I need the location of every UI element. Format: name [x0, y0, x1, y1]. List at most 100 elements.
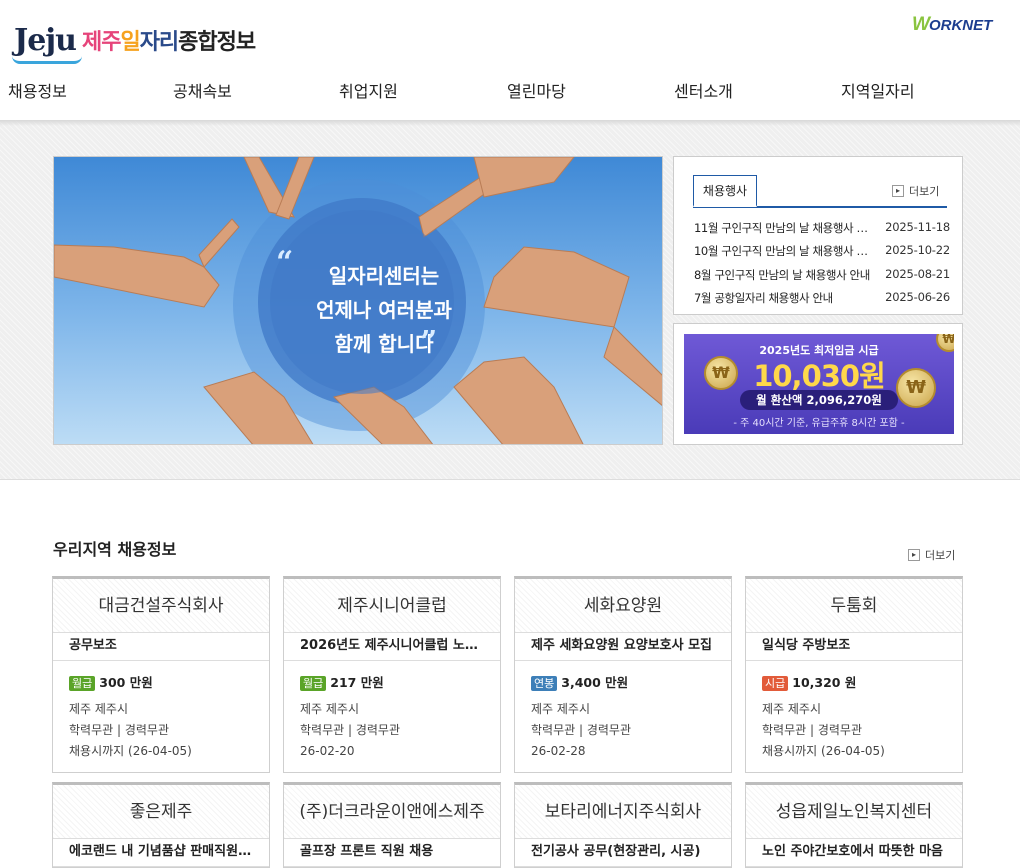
- event-item[interactable]: 7월 공항일자리 채용행사 안내 2025-06-26: [694, 290, 950, 306]
- job-card-body: 월급 300 만원제주 제주시학력무관 | 경력무관채용시까지 (26-04-05…: [53, 661, 269, 772]
- job-card-company: 제주시니어클럽: [284, 579, 500, 633]
- more-label: 더보기: [909, 185, 940, 198]
- nav-item-job-info[interactable]: 채용정보: [8, 78, 67, 102]
- hero-close-quote: ”: [420, 325, 438, 360]
- hero-line: 함께 합니다: [334, 332, 434, 356]
- event-item[interactable]: 11월 구인구직 만남의 날 채용행사 안내 2025-11-18: [694, 220, 950, 236]
- nav-item-local-jobs[interactable]: 지역일자리: [841, 78, 915, 102]
- job-card-pay: 시급 10,320 원: [762, 673, 946, 693]
- min-wage-amount: 10,030원: [753, 359, 886, 393]
- job-card[interactable]: 좋은제주 에코랜드 내 기념품샵 판매직원 모집: [52, 782, 270, 868]
- job-card-title: 제주 세화요양원 요양보호사 모집: [515, 633, 731, 661]
- worknet-logo[interactable]: W ORKNET: [912, 14, 992, 36]
- pay-amount: 300 만원: [99, 675, 153, 690]
- arrow-right-icon: ▸: [892, 185, 904, 197]
- job-card[interactable]: 대금건설주식회사 공무보조월급 300 만원제주 제주시학력무관 | 경력무관채용시…: [52, 576, 270, 773]
- section-title: 우리지역 채용정보: [53, 540, 177, 559]
- job-card[interactable]: 보타리에너지주식회사 전기공사 공무(현장관리, 시공): [514, 782, 732, 868]
- job-card-title: 공무보조: [53, 633, 269, 661]
- job-card-company: (주)더크라운이앤에스제주: [284, 785, 500, 839]
- arrow-right-icon: ▸: [908, 549, 920, 561]
- pay-amount: 217 만원: [330, 675, 384, 690]
- job-card-company: 성읍제일노인복지센터: [746, 785, 962, 839]
- logo-korean-part: 일: [120, 30, 140, 55]
- logo-latin: Jeju: [14, 22, 77, 58]
- job-card-title: 골프장 프론트 직원 채용: [284, 839, 500, 867]
- pay-type-badge: 월급: [69, 675, 96, 691]
- hero-line: 언제나 여러분과: [316, 298, 452, 322]
- min-wage-monthly: 월 환산액 2,096,270원: [740, 390, 898, 410]
- event-title: 11월 구인구직 만남의 날 채용행사 안내: [694, 221, 874, 235]
- site-header: Jeju 제주일자리종합정보 W ORKNET 채용정보 공채속보 취업지원 열린…: [0, 0, 1020, 120]
- hand-top-right-palm: [473, 157, 575, 198]
- worknet-logo-text: ORKNET: [928, 16, 993, 34]
- job-card[interactable]: 제주시니어클럽 2026년도 제주시니어클럽 노인일자리 월급 217 만원 제주 제주…: [283, 576, 501, 773]
- event-date: 2025-08-21: [885, 267, 950, 281]
- tab-recruit-events[interactable]: 채용행사: [693, 175, 757, 207]
- hand-right: [483, 246, 630, 328]
- job-card[interactable]: (주)더크라운이앤에스제주 골프장 프론트 직원 채용: [283, 782, 501, 868]
- job-card-pay: 월급 217 만원: [300, 673, 484, 693]
- nav-item-center-intro[interactable]: 센터소개: [674, 78, 733, 102]
- event-title: 7월 공항일자리 채용행사 안내: [694, 291, 833, 305]
- pay-type-badge: 월급: [300, 675, 327, 691]
- job-card[interactable]: 두툼회 일식당 주방보조 시급 10,320 원 제주 제주시 학력무관 | 경력무관 채용…: [745, 576, 963, 773]
- job-card-requirements: 학력무관 | 경력무관: [531, 723, 631, 737]
- finger: [198, 218, 240, 268]
- event-date: 2025-11-18: [885, 220, 950, 234]
- main-nav: 채용정보 공채속보 취업지원 열린마당 센터소개 지역일자리: [0, 78, 1020, 104]
- nav-item-public-recruit[interactable]: 공채속보: [173, 78, 232, 102]
- job-card-location: 제주 제주시: [531, 702, 591, 716]
- job-card-requirements: 학력무관 | 경력무관: [300, 723, 400, 737]
- logo-korean: 제주일자리종합정보: [81, 24, 256, 56]
- event-date: 2025-06-26: [885, 290, 950, 304]
- site-logo[interactable]: Jeju 제주일자리종합정보: [12, 18, 256, 64]
- event-title: 8월 구인구직 만남의 날 채용행사 안내: [694, 268, 870, 282]
- job-card-pay: 연봉 3,400 만원: [531, 673, 715, 693]
- job-card-requirements: 학력무관 | 경력무관: [762, 723, 862, 737]
- job-card-body: 연봉 3,400 만원제주 제주시학력무관 | 경력무관 26-02-28: [515, 661, 731, 772]
- job-card-requirements: 학력무관 | 경력무관: [69, 723, 169, 737]
- hero-slogan: 일자리센터는 언제나 여러분과 함께 합니다: [284, 259, 484, 361]
- min-wage-panel: ₩ ₩ ₩ 2025년도 최저임금 시급 10,030원 월 환산액 2,096…: [673, 323, 963, 445]
- job-card-title: 노인 주야간보호에서 따뜻한 마음: [746, 839, 962, 867]
- hand-right-arm: [603, 326, 662, 406]
- job-card-title: 전기공사 공무(현장관리, 시공): [515, 839, 731, 867]
- job-card-pay: 월급 300 만원: [69, 673, 253, 693]
- job-card[interactable]: 세화요양원 제주 세화요양원 요양보호사 모집연봉 3,400 만원제주 제주시학력…: [514, 576, 732, 773]
- job-card[interactable]: 성읍제일노인복지센터 노인 주야간보호에서 따뜻한 마음: [745, 782, 963, 868]
- job-card-body: 시급 10,320 원 제주 제주시 학력무관 | 경력무관 채용시까지 (26-04-…: [746, 661, 962, 772]
- job-card-deadline: 26-02-28: [531, 744, 586, 758]
- hero-banner[interactable]: “ 일자리센터는 언제나 여러분과 함께 합니다 ”: [53, 156, 663, 445]
- worknet-logo-w: W: [912, 14, 930, 35]
- job-card-company: 세화요양원: [515, 579, 731, 633]
- logo-swoosh: [12, 56, 82, 64]
- job-card-deadline: 26-02-20: [300, 744, 355, 758]
- nav-item-employment-support[interactable]: 취업지원: [339, 78, 398, 102]
- job-card-location: 제주 제주시: [69, 702, 129, 716]
- logo-korean-part: 제주: [81, 30, 121, 55]
- pay-type-badge: 연봉: [531, 675, 558, 691]
- min-wage-banner[interactable]: ₩ ₩ ₩ 2025년도 최저임금 시급 10,030원 월 환산액 2,096…: [684, 334, 954, 434]
- job-card-title: 에코랜드 내 기념품샵 판매직원 모집: [53, 839, 269, 867]
- job-card-company: 좋은제주: [53, 785, 269, 839]
- jobs-more-link[interactable]: ▸ 더보기: [908, 547, 955, 563]
- job-card-company: 두툼회: [746, 579, 962, 633]
- event-item[interactable]: 8월 구인구직 만남의 날 채용행사 안내 2025-08-21: [694, 267, 950, 283]
- event-date: 2025-10-22: [885, 243, 950, 257]
- pay-amount: 3,400 만원: [561, 675, 629, 690]
- job-card-company: 대금건설주식회사: [53, 579, 269, 633]
- logo-korean-part: 종합정보: [178, 30, 256, 55]
- nav-item-open-forum[interactable]: 열린마당: [507, 78, 566, 102]
- event-item[interactable]: 10월 구인구직 만남의 날 채용행사 안내 2025-10-22: [694, 243, 950, 259]
- pay-type-badge: 시급: [762, 675, 789, 691]
- job-card-title: 2026년도 제주시니어클럽 노인일자리: [284, 633, 500, 661]
- recruit-events-panel: 채용행사 ▸ 더보기 11월 구인구직 만남의 날 채용행사 안내 2025-1…: [673, 156, 963, 315]
- event-title: 10월 구인구직 만남의 날 채용행사 안내: [694, 244, 874, 258]
- hero-line: 일자리센터는: [328, 264, 440, 288]
- events-more-link[interactable]: ▸ 더보기: [892, 183, 939, 199]
- min-wage-note: - 주 40시간 기준, 유급주휴 8시간 포함 -: [733, 418, 905, 429]
- hand-bottom-right: [453, 356, 584, 444]
- job-card-title: 일식당 주방보조: [746, 633, 962, 661]
- job-card-deadline: 채용시까지 (26-04-05): [69, 744, 192, 758]
